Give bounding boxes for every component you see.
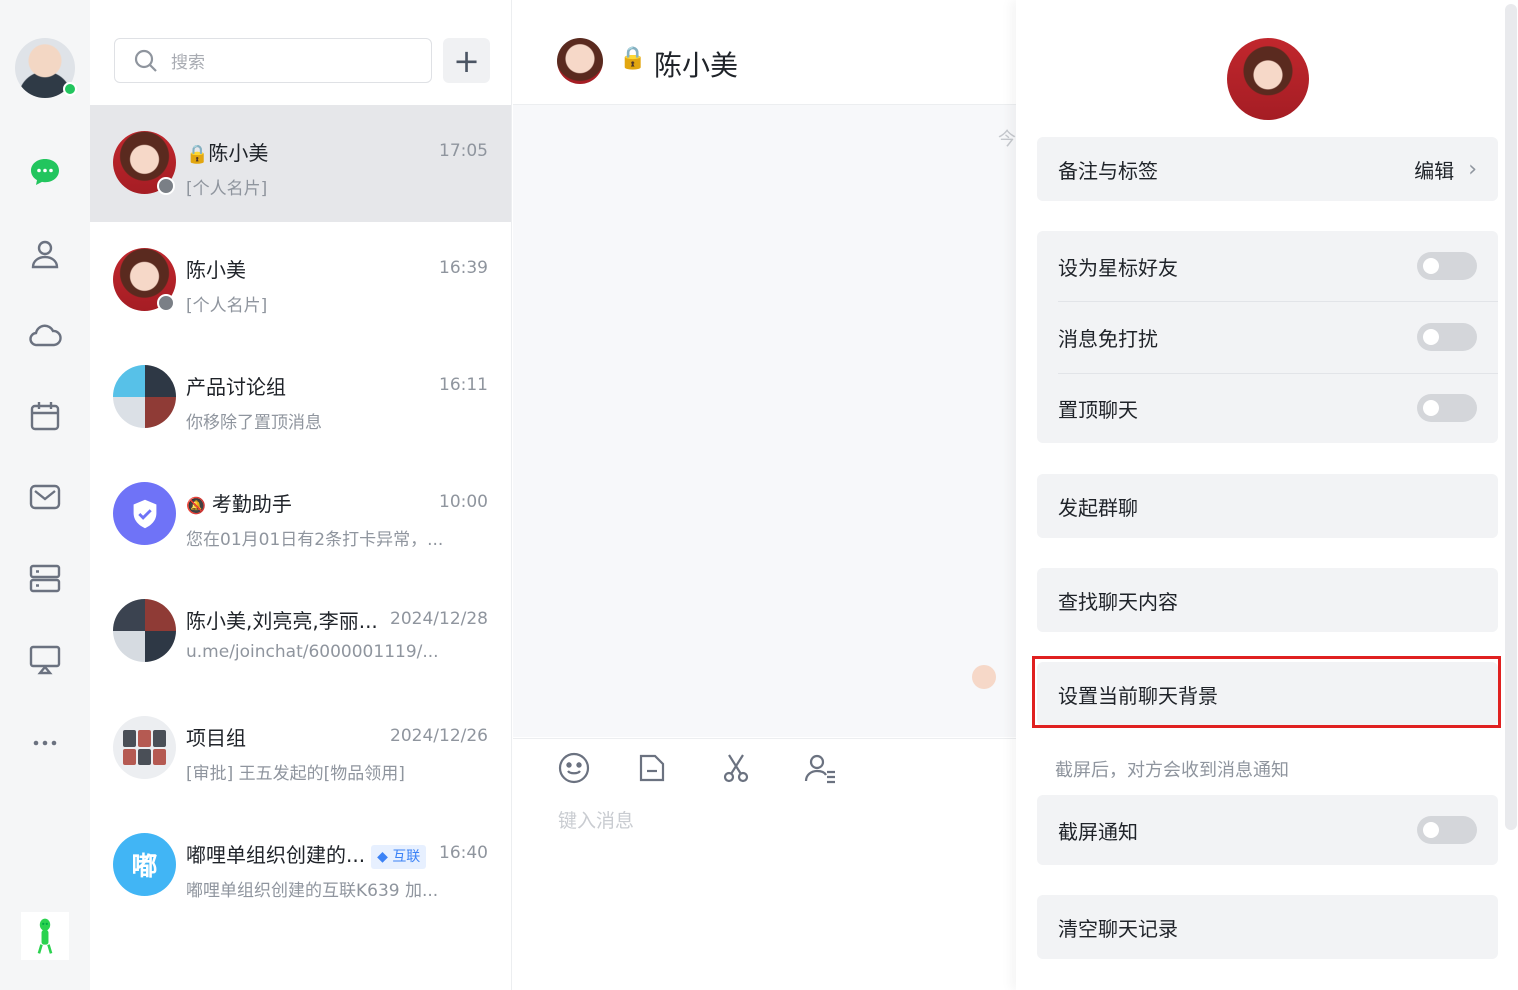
chat-title: 陈小美 [654,49,739,82]
pin-label: 置顶聊天 [1058,397,1138,422]
chat-preview: 你移除了置顶消息 [186,413,322,433]
screenshot-notify-label: 截屏通知 [1058,819,1138,844]
lock-icon: 🔒 [619,46,647,71]
chat-name: 项目组 [186,726,246,750]
chat-time: 2024/12/26 [390,726,488,746]
lock-icon: 🔒 [186,144,209,165]
search-history-label: 查找聊天内容 [1058,589,1178,614]
start-group-label: 发起群聊 [1058,495,1138,520]
remark-label: 备注与标签 [1058,158,1158,183]
chat-preview: [个人名片] [186,179,268,199]
mail-icon[interactable] [25,477,65,517]
chat-preview: 嘟哩单组织创建的互联K639 加... [186,881,439,901]
calendar-icon[interactable] [25,396,65,436]
attendance-avatar [113,482,176,545]
chat-time: 2024/12/28 [390,609,488,629]
contact-large-avatar[interactable] [1227,38,1309,120]
chat-settings-panel: 备注与标签 编辑 › 设为星标好友 消息免打扰 置顶聊天 发起群聊 查找聊天内容 … [1016,0,1506,990]
chat-name: 产品讨论组 [186,375,286,399]
chat-item[interactable]: 产品讨论组 16:11 你移除了置顶消息 [90,339,511,456]
screen-share-icon[interactable] [25,639,65,679]
edit-button[interactable]: 编辑 [1414,155,1454,184]
screenshot-hint: 截屏后，对方会收到消息通知 [1055,760,1289,781]
message-area[interactable]: 今 [513,105,1016,737]
chat-header: 🔒 陈小美 [513,0,1016,105]
group-avatar [113,716,176,779]
remark-card[interactable]: 备注与标签 编辑 › [1037,137,1498,201]
workspace-icon[interactable] [25,558,65,598]
message-avatar[interactable] [972,665,996,689]
chat-item[interactable]: 陈小美,刘亮亮,李丽... 2024/12/28 u.me/joinchat/6… [90,573,511,690]
toggles-card: 设为星标好友 消息免打扰 置顶聊天 [1037,231,1498,443]
diamond-icon: ◆ [377,848,388,865]
screenshot-notify-toggle[interactable] [1417,816,1477,844]
star-friend-label: 设为星标好友 [1058,255,1178,280]
shield-check-icon [133,499,156,528]
add-button[interactable]: + [443,38,490,83]
search-icon [134,49,157,72]
my-avatar[interactable] [15,38,77,98]
online-status-dot [63,82,77,96]
search-placeholder: 搜索 [171,53,205,73]
chat-preview: [审批] 王五发起的[物品领用] [186,764,405,784]
interconnect-badge: ◆ 互联 [371,844,427,869]
chat-item[interactable]: 嘟 嘟哩单组织创建的... ◆ 互联 16:40 嘟哩单组织创建的互联K639 加… [90,807,511,924]
chat-preview: [个人名片] [186,296,268,316]
status-dot [157,294,175,312]
file-icon[interactable] [633,749,671,787]
chat-item[interactable]: 🔒陈小美 17:05 [个人名片] [90,105,511,222]
more-icon[interactable] [25,721,65,761]
mute-label: 消息免打扰 [1058,326,1158,351]
org-avatar: 嘟 [113,833,176,896]
contact-avatar[interactable] [557,38,603,84]
start-group-button[interactable]: 发起群聊 [1037,474,1498,538]
clear-history-label: 清空聊天记录 [1058,916,1178,941]
date-divider: 今 [998,129,1016,150]
chat-preview: u.me/joinchat/6000001119/... [186,642,439,662]
share-contact-icon[interactable] [801,749,839,787]
chat-name: 陈小美,刘亮亮,李丽... [186,609,378,633]
scissors-icon[interactable] [717,749,755,787]
chat-time: 10:00 [439,492,488,512]
screenshot-notify-card: 截屏通知 [1037,795,1498,865]
set-background-button[interactable]: 设置当前聊天背景 [1037,662,1498,726]
chat-preview: 您在01月01日有2条打卡异常，... [186,530,444,550]
messages-icon[interactable] [25,152,65,192]
chat-list-panel: 搜索 + 🔒陈小美 17:05 [个人名片] 陈小美 16:39 [个人名片] … [90,0,512,990]
scrollbar[interactable] [1504,0,1518,990]
chat-window: 🔒 陈小美 今 键入消息 [513,0,1016,990]
input-toolbar [513,738,1016,798]
chat-time: 16:11 [439,375,488,395]
emoji-icon[interactable] [555,749,593,787]
cloud-icon[interactable] [25,315,65,355]
status-dot [157,177,175,195]
chat-name: 嘟哩单组织创建的... [186,843,366,867]
chat-time: 16:40 [439,843,488,863]
left-rail [0,0,90,990]
search-input[interactable]: 搜索 [114,38,432,83]
star-friend-toggle[interactable] [1417,252,1477,280]
mascot-app-icon[interactable] [21,912,69,960]
search-history-button[interactable]: 查找聊天内容 [1037,568,1498,632]
contacts-icon[interactable] [25,234,65,274]
set-background-label: 设置当前聊天背景 [1058,683,1218,708]
chat-name: 考勤助手 [211,492,292,516]
scrollbar-thumb[interactable] [1505,4,1517,830]
chat-item[interactable]: 项目组 2024/12/26 [审批] 王五发起的[物品领用] [90,690,511,807]
group-avatar [113,365,176,428]
clear-history-button[interactable]: 清空聊天记录 [1037,895,1498,959]
message-input[interactable]: 键入消息 [558,806,634,833]
chat-name: 陈小美 [208,141,269,165]
chat-name: 陈小美 [186,258,246,282]
bell-muted-icon: 🔕 [186,496,206,515]
group-avatar [113,599,176,662]
pin-toggle[interactable] [1417,394,1477,422]
chat-time: 17:05 [439,141,488,161]
chat-time: 16:39 [439,258,488,278]
chevron-right-icon: › [1468,156,1477,182]
mute-toggle[interactable] [1417,323,1477,351]
chat-item[interactable]: 🔕 考勤助手 10:00 您在01月01日有2条打卡异常，... [90,456,511,573]
chat-item[interactable]: 陈小美 16:39 [个人名片] [90,222,511,339]
